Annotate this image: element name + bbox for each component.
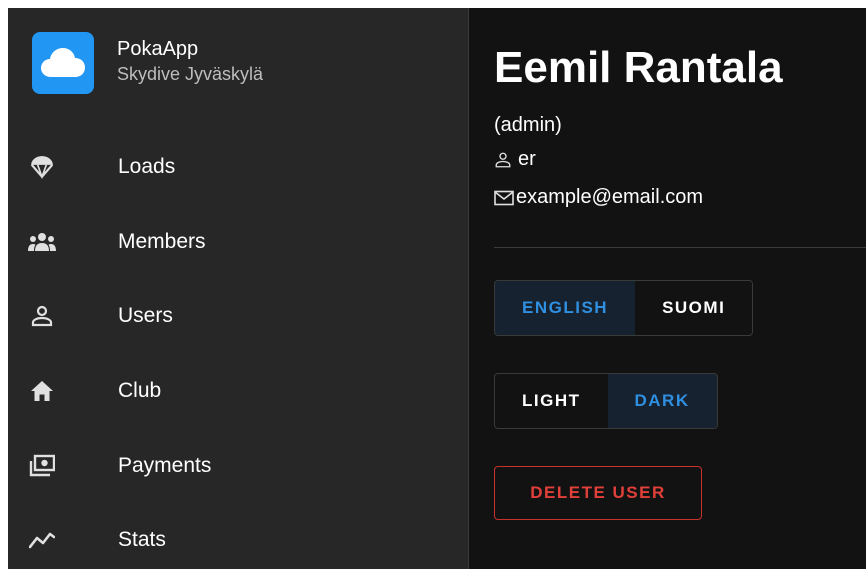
language-suomi-button[interactable]: SUOMI — [635, 281, 752, 335]
sidebar: PokaApp Skydive Jyväskylä Loads Members … — [8, 8, 469, 569]
divider — [494, 247, 866, 248]
user-role: (admin) — [494, 114, 562, 136]
sidebar-nav: Loads Members Users Club Payments Stats — [8, 130, 468, 569]
username-row: er — [494, 148, 536, 171]
sidebar-item-label: Stats — [118, 528, 166, 552]
sidebar-item-label: Club — [118, 379, 162, 403]
app-frame: PokaApp Skydive Jyväskylä Loads Members … — [8, 8, 866, 569]
sidebar-item-label: Loads — [118, 155, 176, 179]
payments-icon — [28, 452, 56, 480]
username-value: er — [518, 148, 536, 170]
delete-user-button[interactable]: DELETE USER — [494, 466, 702, 520]
user-name: Eemil Rantala — [494, 43, 783, 92]
home-icon — [28, 377, 56, 405]
trending-icon — [28, 526, 56, 554]
sidebar-item-members[interactable]: Members — [8, 205, 468, 280]
group-icon — [28, 228, 56, 256]
sidebar-item-label: Members — [118, 229, 206, 253]
sidebar-item-loads[interactable]: Loads — [8, 130, 468, 205]
profile-panel: Eemil Rantala (admin) er example@email.c… — [469, 8, 866, 569]
person-icon — [28, 302, 56, 330]
app-name: PokaApp — [117, 38, 199, 60]
language-english-button[interactable]: ENGLISH — [495, 281, 636, 335]
sidebar-item-label: Users — [118, 304, 173, 328]
sidebar-item-payments[interactable]: Payments — [8, 428, 468, 503]
sidebar-item-club[interactable]: Club — [8, 354, 468, 429]
theme-light-button[interactable]: LIGHT — [495, 374, 608, 428]
mail-icon — [494, 190, 514, 206]
theme-toggle: LIGHT DARK — [494, 373, 718, 429]
cloud-icon — [41, 48, 85, 77]
app-logo — [32, 32, 94, 94]
brand-text: PokaApp Skydive Jyväskylä — [117, 36, 263, 86]
sidebar-item-label: Payments — [118, 453, 212, 477]
parachute-icon — [28, 153, 56, 181]
person-icon — [494, 151, 512, 169]
email-row: example@email.com — [494, 186, 703, 209]
sidebar-item-users[interactable]: Users — [8, 279, 468, 354]
email-value: example@email.com — [516, 186, 704, 208]
theme-dark-button[interactable]: DARK — [607, 374, 717, 428]
club-name: Skydive Jyväskylä — [117, 64, 264, 84]
brand: PokaApp Skydive Jyväskylä — [32, 32, 263, 94]
sidebar-item-stats[interactable]: Stats — [8, 503, 468, 569]
language-toggle: ENGLISH SUOMI — [494, 280, 754, 336]
